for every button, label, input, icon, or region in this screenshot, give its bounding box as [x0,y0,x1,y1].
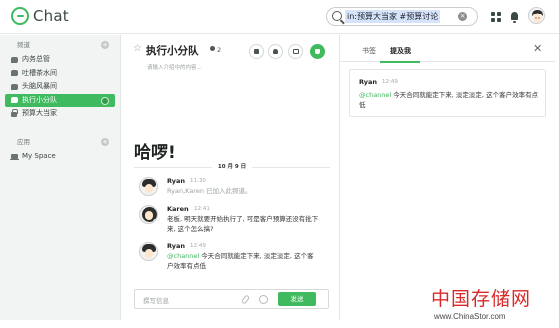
mention-tag[interactable]: @channel [167,252,199,260]
wrench-icon [254,49,259,54]
avatar[interactable] [139,205,158,224]
send-button[interactable]: 发送 [278,292,316,306]
box-icon [292,49,299,54]
watermark-url: www.ChinaStor.com [434,312,506,321]
date-divider-label: 10 月 9 日 [212,163,252,171]
mention-time: 12:49 [382,78,398,85]
sidebar-item-label: 执行小分队 [22,95,57,104]
apps-section-header: 应用 + [0,134,120,150]
message-time: 12:41 [194,205,210,212]
watermark-brand: 中国存储网 [431,288,532,310]
attachment-icon[interactable] [240,294,251,305]
tab-bookmarks[interactable]: 书签 [362,46,376,56]
mentions-button[interactable] [310,44,325,59]
watermark: 中国存储网 www.ChinaStor.com [428,288,559,326]
chat-bubble-icon [11,70,18,76]
sidebar-item-label: 预算大当家 [22,109,57,117]
mention-text: @channel 今天合同就能定下来, 淡定淡定, 这个客户效率有点低 [359,90,541,110]
user-avatar[interactable] [528,7,545,24]
chat-bubble-icon [11,97,18,103]
sidebar-item-label: 头脑风暴间 [22,82,57,90]
right-panel: 书签 提及我 ✕ Ryan 12:49 @channel 今天合同就能定下来, … [339,35,555,320]
mention-author[interactable]: Ryan [359,78,377,86]
top-bar: Chat in:预算大当家 #预算讨论 × [0,0,559,34]
channels-section-header: 频道 + [0,37,120,53]
wrench-button[interactable] [249,44,264,59]
message-text: Ryan,Karen 已加入此频道。 [167,186,252,195]
avatar[interactable] [139,242,158,261]
mention-tag[interactable]: @channel [359,91,391,99]
date-divider: 10 月 9 日 [134,163,330,171]
mention-card[interactable]: Ryan 12:49 @channel 今天合同就能定下来, 淡定淡定, 这个客… [349,69,546,117]
sidebar-item-label: 内务总管 [22,55,50,63]
chat-logo-icon [11,7,29,25]
app-logo[interactable]: Chat [11,7,69,25]
add-channel-button[interactable]: + [101,41,109,49]
close-icon[interactable]: ✕ [533,43,542,54]
add-app-button[interactable]: + [101,137,109,146]
apps-grid-icon[interactable] [491,12,501,22]
apps-section-title: 应用 [17,137,30,146]
star-icon[interactable]: ☆ [133,44,142,54]
avatar[interactable] [139,177,158,196]
search-icon [332,11,342,21]
message-composer[interactable]: 撰写信息 发送 [134,289,329,309]
lock-icon [11,109,18,117]
sidebar-item-channel[interactable]: 头脑风暴间 [0,80,120,94]
sidebar-item-label: My Space [22,151,56,160]
search-input[interactable]: in:预算大当家 #预算讨论 [345,10,441,23]
sidebar-item-channel[interactable]: 吐槽茶水间 [0,67,120,81]
search-box[interactable]: in:预算大当家 #预算讨论 × [326,7,478,26]
top-actions [491,7,545,24]
message-author[interactable]: Karen [167,205,189,213]
composer-input[interactable]: 撰写信息 [143,295,169,305]
files-button[interactable] [288,44,303,59]
sidebar: 频道 + 内务总管 吐槽茶水间 头脑风暴间 执行小分队 预算大当家 应用 + M… [0,35,121,320]
mention-icon [315,49,320,54]
message-time: 12:49 [190,242,206,249]
active-tab-indicator [380,61,420,63]
channel-settings-icon[interactable] [101,96,109,105]
message-time: 11:30 [190,177,206,184]
sidebar-item-my-space[interactable]: My Space [0,150,120,164]
app-title: Chat [33,7,69,25]
tab-mentions[interactable]: 提及我 [390,46,411,56]
channels-section-title: 频道 [17,41,30,49]
sidebar-item-channel[interactable]: 内务总管 [0,53,120,67]
message-text: @channel 今天合同就能定下来, 淡定淡定, 这个客户效率有点低 [167,251,319,271]
channel-greeting: 哈啰! [134,143,176,163]
right-panel-tabs: 书签 提及我 ✕ [340,35,555,63]
chat-bubble-icon [11,83,18,90]
sidebar-item-label: 吐槽茶水间 [22,68,57,77]
message-author[interactable]: Ryan [167,242,185,250]
sidebar-item-channel[interactable]: 预算大当家 [0,107,120,121]
laptop-icon [10,153,19,160]
channel-title: 执行小分队 [146,45,199,57]
message-author[interactable]: Ryan [167,177,185,185]
chat-bubble-icon [11,56,18,63]
clear-search-icon[interactable]: × [458,12,467,21]
emoji-icon[interactable] [259,295,268,304]
channel-description[interactable]: 请输入介绍中的内容... [147,63,202,71]
member-count[interactable]: 2 [210,46,221,54]
person-icon [273,49,278,54]
members-button[interactable] [268,44,283,59]
sidebar-item-channel-active[interactable]: 执行小分队 [5,93,115,107]
channel-view: ☆ 执行小分队 2 请输入介绍中的内容... 哈啰! 10 月 9 日 Ryan… [122,35,332,320]
message-text: 老板, 明天就要开始执行了, 可是客户预算还没有批下来, 这个怎么搞? [167,214,319,233]
bell-icon[interactable] [510,11,519,23]
